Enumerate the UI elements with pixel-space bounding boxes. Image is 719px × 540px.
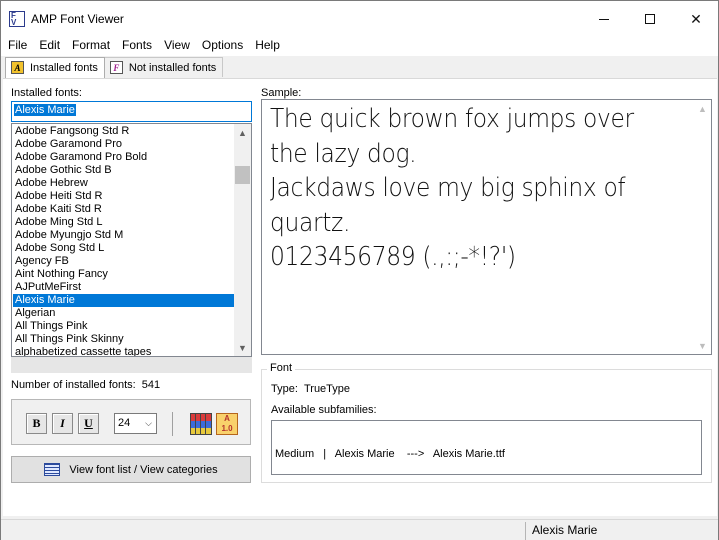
underline-button[interactable]: U — [78, 413, 99, 434]
scroll-thumb[interactable] — [235, 166, 250, 184]
font-list-item[interactable]: Aint Nothing Fancy — [13, 268, 234, 281]
font-type: Type: TrueType — [271, 383, 350, 395]
maximize-button[interactable] — [627, 1, 673, 37]
font-list-item[interactable]: Adobe Garamond Pro — [13, 138, 234, 151]
close-icon: ✕ — [690, 10, 702, 27]
window-title: AMP Font Viewer — [31, 12, 124, 26]
italic-button[interactable]: I — [52, 413, 73, 434]
installed-count: Number of installed fonts: 541 — [11, 379, 160, 391]
scroll-up-icon[interactable]: ▲ — [234, 124, 251, 141]
font-list-item[interactable]: Adobe Myungjo Std M — [13, 229, 234, 242]
view-font-list-button[interactable]: View font list / View categories — [11, 456, 251, 483]
font-name-input-value: Alexis Marie — [14, 104, 76, 116]
menu-fonts[interactable]: Fonts — [116, 37, 158, 56]
character-map-icon[interactable] — [190, 413, 212, 435]
minimize-icon — [599, 18, 609, 20]
font-list-item[interactable]: All Things Pink Skinny — [13, 333, 234, 346]
font-type-value: TrueType — [303, 383, 351, 395]
maximize-icon — [645, 14, 655, 24]
status-font-name: Alexis Marie — [532, 523, 598, 537]
font-list-item[interactable]: Adobe Garamond Pro Bold — [13, 151, 234, 164]
sample-scroll-down-icon[interactable]: ▼ — [694, 337, 711, 354]
not-installed-fonts-icon: F — [109, 61, 123, 74]
scroll-down-icon[interactable]: ▼ — [234, 339, 251, 356]
list-footer — [11, 357, 252, 373]
font-list-item[interactable]: AJPutMeFirst — [13, 281, 234, 294]
installed-count-label: Number of installed fonts: — [11, 379, 136, 391]
subfamilies-list[interactable]: Medium | Alexis Marie ---> Alexis Marie.… — [271, 420, 702, 475]
minimize-button[interactable] — [581, 1, 627, 37]
title-bar: FV AMP Font Viewer ✕ — [1, 1, 718, 37]
tab-installed-fonts[interactable]: A Installed fonts — [5, 57, 105, 78]
font-list-item[interactable]: Agency FB — [13, 255, 234, 268]
font-list-item[interactable]: Adobe Fangsong Std R — [13, 125, 234, 138]
font-size-select[interactable]: 24 ⌵ — [114, 413, 157, 434]
chevron-down-icon: ⌵ — [145, 418, 152, 428]
font-list-scrollbar[interactable]: ▲ ▼ — [234, 124, 251, 356]
toolbar-separator — [172, 412, 173, 436]
tab-not-installed-fonts-label: Not installed fonts — [128, 62, 217, 74]
font-list-item[interactable]: Alexis Marie — [13, 294, 234, 307]
installed-count-value: 541 — [141, 379, 161, 391]
menu-format[interactable]: Format — [66, 37, 116, 56]
compare-fonts-icon[interactable]: A 1.0 — [216, 413, 238, 435]
font-type-label: Type: — [271, 383, 298, 395]
list-view-icon — [44, 463, 61, 476]
main-window: FV AMP Font Viewer ✕ File Edit Format Fo… — [0, 0, 719, 540]
font-listbox[interactable]: Adobe Fangsong Std R Adobe Garamond Pro Ad… — [11, 123, 252, 357]
font-size-value: 24 — [118, 417, 131, 429]
menu-edit[interactable]: Edit — [33, 37, 66, 56]
font-list: Adobe Fangsong Std R Adobe Garamond Pro Ad… — [13, 125, 234, 356]
sample-label: Sample: — [261, 87, 302, 99]
menu-options[interactable]: Options — [196, 37, 249, 56]
installed-fonts-label: Installed fonts: — [11, 87, 82, 99]
font-list-item[interactable]: Adobe Kaiti Std R — [13, 203, 234, 216]
status-separator — [525, 522, 526, 540]
bold-button[interactable]: B — [26, 413, 47, 434]
view-font-list-label: View font list / View categories — [69, 463, 218, 476]
tab-not-installed-fonts[interactable]: F Not installed fonts — [103, 57, 224, 77]
font-list-item[interactable]: alphabetized cassette tapes — [13, 346, 234, 356]
font-info-legend: Font — [267, 362, 296, 374]
close-button[interactable]: ✕ — [673, 1, 719, 37]
tab-strip: A Installed fonts F Not installed fonts — [5, 57, 224, 78]
menu-file[interactable]: File — [1, 37, 33, 56]
menu-bar: File Edit Format Fonts View Options Help — [1, 37, 718, 56]
menu-help[interactable]: Help — [249, 37, 286, 56]
menu-view[interactable]: View — [158, 37, 196, 56]
font-list-item[interactable]: Adobe Song Std L — [13, 242, 234, 255]
subfamilies-label: Available subfamilies: — [271, 404, 377, 416]
font-list-item[interactable]: Adobe Ming Std L — [13, 216, 234, 229]
installed-fonts-icon: A — [11, 61, 24, 74]
sample-text: The quick brown fox jumps over the lazy … — [270, 104, 634, 272]
font-list-item[interactable]: All Things Pink — [13, 320, 234, 333]
font-name-input[interactable]: Alexis Marie — [11, 101, 252, 122]
status-bar: Alexis Marie — [1, 519, 718, 540]
sample-scroll-up-icon[interactable]: ▲ — [694, 100, 711, 117]
format-toolbar: B I U 24 ⌵ A 1.0 — [11, 399, 251, 445]
tab-installed-fonts-label: Installed fonts — [30, 62, 98, 74]
font-info-group: Font Type: TrueType Available subfamilie… — [261, 362, 712, 483]
subfamily-entry[interactable]: Medium | Alexis Marie ---> Alexis Marie.… — [275, 448, 698, 460]
font-list-item[interactable]: Adobe Heiti Std R — [13, 190, 234, 203]
font-list-item[interactable]: Adobe Gothic Std B — [13, 164, 234, 177]
font-list-item[interactable]: Adobe Hebrew — [13, 177, 234, 190]
app-icon: FV — [9, 11, 25, 27]
sample-preview[interactable]: The quick brown fox jumps over the lazy … — [261, 99, 712, 355]
font-list-item[interactable]: Algerian — [13, 307, 234, 320]
sample-scrollbar[interactable]: ▲ ▼ — [694, 100, 711, 354]
